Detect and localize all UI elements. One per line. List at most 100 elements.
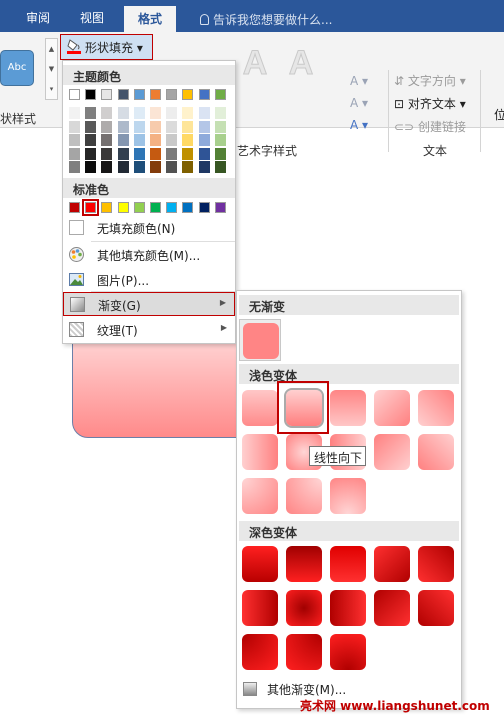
- theme-color-swatch[interactable]: [85, 89, 97, 100]
- standard-color-swatch[interactable]: [198, 202, 210, 213]
- dark-gradient-swatch[interactable]: [242, 634, 278, 670]
- theme-shade-swatch[interactable]: [198, 107, 210, 119]
- theme-shade-swatch[interactable]: [150, 147, 161, 160]
- create-link-button[interactable]: ⊂⊃ 创建链接: [394, 116, 466, 139]
- theme-shade-swatch[interactable]: [166, 147, 178, 160]
- theme-shade-swatch[interactable]: [214, 147, 226, 160]
- theme-shade-swatch[interactable]: [85, 107, 97, 119]
- dark-gradient-swatch[interactable]: [374, 546, 410, 582]
- theme-shade-swatch[interactable]: [117, 147, 129, 160]
- dark-gradient-swatch[interactable]: [374, 590, 410, 626]
- light-gradient-swatch[interactable]: [330, 478, 366, 514]
- theme-shade-swatch[interactable]: [69, 134, 80, 146]
- theme-shade-swatch[interactable]: [133, 120, 145, 133]
- theme-shade-swatch[interactable]: [117, 161, 129, 173]
- theme-shade-swatch[interactable]: [85, 120, 97, 133]
- tell-me-box[interactable]: 告诉我您想要做什么...: [200, 11, 332, 28]
- theme-shade-swatch[interactable]: [198, 134, 210, 146]
- wordart-style-1[interactable]: A: [236, 44, 274, 86]
- theme-shade-swatch[interactable]: [150, 107, 161, 119]
- no-gradient-swatch-frame[interactable]: [239, 319, 281, 361]
- theme-shade-swatch[interactable]: [85, 134, 97, 146]
- theme-color-swatch[interactable]: [182, 89, 194, 100]
- theme-shade-swatch[interactable]: [198, 161, 210, 173]
- theme-color-swatch[interactable]: [117, 89, 129, 100]
- theme-shade-swatch[interactable]: [101, 147, 113, 160]
- theme-shade-swatch[interactable]: [101, 161, 113, 173]
- theme-shade-swatch[interactable]: [133, 134, 145, 146]
- theme-shade-swatch[interactable]: [182, 107, 194, 119]
- texture-fill-item[interactable]: 纹理(T) ▶: [63, 318, 235, 342]
- theme-shade-swatch[interactable]: [117, 134, 129, 146]
- standard-color-swatch[interactable]: [133, 202, 145, 213]
- theme-shade-swatch[interactable]: [69, 120, 80, 133]
- theme-shade-swatch[interactable]: [166, 120, 178, 133]
- tab-review[interactable]: 审阅: [26, 9, 50, 26]
- theme-shade-swatch[interactable]: [214, 120, 226, 133]
- standard-color-swatch[interactable]: [82, 199, 100, 216]
- theme-shade-swatch[interactable]: [117, 107, 129, 119]
- standard-color-swatch[interactable]: [182, 202, 194, 213]
- tab-format[interactable]: 格式: [124, 6, 177, 32]
- theme-shade-swatch[interactable]: [85, 161, 97, 173]
- theme-color-swatch[interactable]: [101, 89, 113, 100]
- text-effects-icon[interactable]: A ▾: [350, 114, 368, 136]
- text-outline-icon[interactable]: A ▾: [350, 92, 368, 114]
- theme-shade-swatch[interactable]: [166, 107, 178, 119]
- align-text-button[interactable]: ⊡ 对齐文本 ▾: [394, 93, 466, 116]
- picture-fill-item[interactable]: 图片(P)...: [63, 268, 235, 292]
- theme-shade-swatch[interactable]: [214, 107, 226, 119]
- theme-shade-swatch[interactable]: [133, 107, 145, 119]
- theme-shade-swatch[interactable]: [101, 107, 113, 119]
- theme-shade-swatch[interactable]: [198, 120, 210, 133]
- theme-shade-swatch[interactable]: [133, 147, 145, 160]
- theme-color-swatch[interactable]: [133, 89, 145, 100]
- standard-color-swatch[interactable]: [150, 202, 161, 213]
- light-gradient-swatch[interactable]: [242, 478, 278, 514]
- theme-shade-swatch[interactable]: [133, 161, 145, 173]
- theme-shade-swatch[interactable]: [117, 120, 129, 133]
- text-direction-button[interactable]: ⇵ 文字方向 ▾: [394, 70, 466, 93]
- text-fill-icon[interactable]: A ▾: [350, 70, 368, 92]
- light-gradient-swatch[interactable]: [242, 390, 278, 426]
- theme-color-swatch[interactable]: [150, 89, 161, 100]
- standard-color-swatch[interactable]: [117, 202, 129, 213]
- theme-shade-swatch[interactable]: [166, 161, 178, 173]
- standard-color-swatch[interactable]: [166, 202, 178, 213]
- light-gradient-swatch[interactable]: [418, 390, 454, 426]
- dark-gradient-swatch[interactable]: [418, 590, 454, 626]
- light-gradient-swatch[interactable]: [242, 434, 278, 470]
- dark-gradient-swatch[interactable]: [242, 590, 278, 626]
- theme-shade-swatch[interactable]: [166, 134, 178, 146]
- light-gradient-swatch[interactable]: [286, 478, 322, 514]
- no-gradient-swatch[interactable]: [243, 323, 279, 359]
- theme-shade-swatch[interactable]: [182, 134, 194, 146]
- dark-gradient-swatch[interactable]: [286, 546, 322, 582]
- theme-color-swatch[interactable]: [198, 89, 210, 100]
- dark-gradient-swatch[interactable]: [242, 546, 278, 582]
- theme-color-swatch[interactable]: [166, 89, 178, 100]
- tab-view[interactable]: 视图: [80, 9, 104, 26]
- theme-shade-swatch[interactable]: [101, 134, 113, 146]
- dark-gradient-swatch[interactable]: [286, 590, 322, 626]
- theme-shade-swatch[interactable]: [182, 147, 194, 160]
- theme-shade-swatch[interactable]: [101, 120, 113, 133]
- dark-gradient-swatch[interactable]: [330, 590, 366, 626]
- light-gradient-swatch[interactable]: [418, 434, 454, 470]
- theme-shade-swatch[interactable]: [182, 120, 194, 133]
- dark-gradient-swatch[interactable]: [286, 634, 322, 670]
- theme-shade-swatch[interactable]: [198, 147, 210, 160]
- position-button[interactable]: 位: [494, 106, 504, 123]
- theme-shade-swatch[interactable]: [150, 161, 161, 173]
- gradient-fill-item[interactable]: 渐变(G) ▶: [63, 292, 235, 316]
- theme-shade-swatch[interactable]: [150, 120, 161, 133]
- theme-shade-swatch[interactable]: [69, 161, 80, 173]
- standard-color-swatch[interactable]: [101, 202, 113, 213]
- no-fill-item[interactable]: 无填充颜色(N): [63, 216, 235, 240]
- more-fill-colors-item[interactable]: 其他填充颜色(M)...: [63, 243, 235, 267]
- theme-shade-swatch[interactable]: [214, 161, 226, 173]
- theme-color-swatch[interactable]: [69, 89, 80, 100]
- theme-shade-swatch[interactable]: [182, 161, 194, 173]
- theme-color-swatch[interactable]: [214, 89, 226, 100]
- theme-shade-swatch[interactable]: [150, 134, 161, 146]
